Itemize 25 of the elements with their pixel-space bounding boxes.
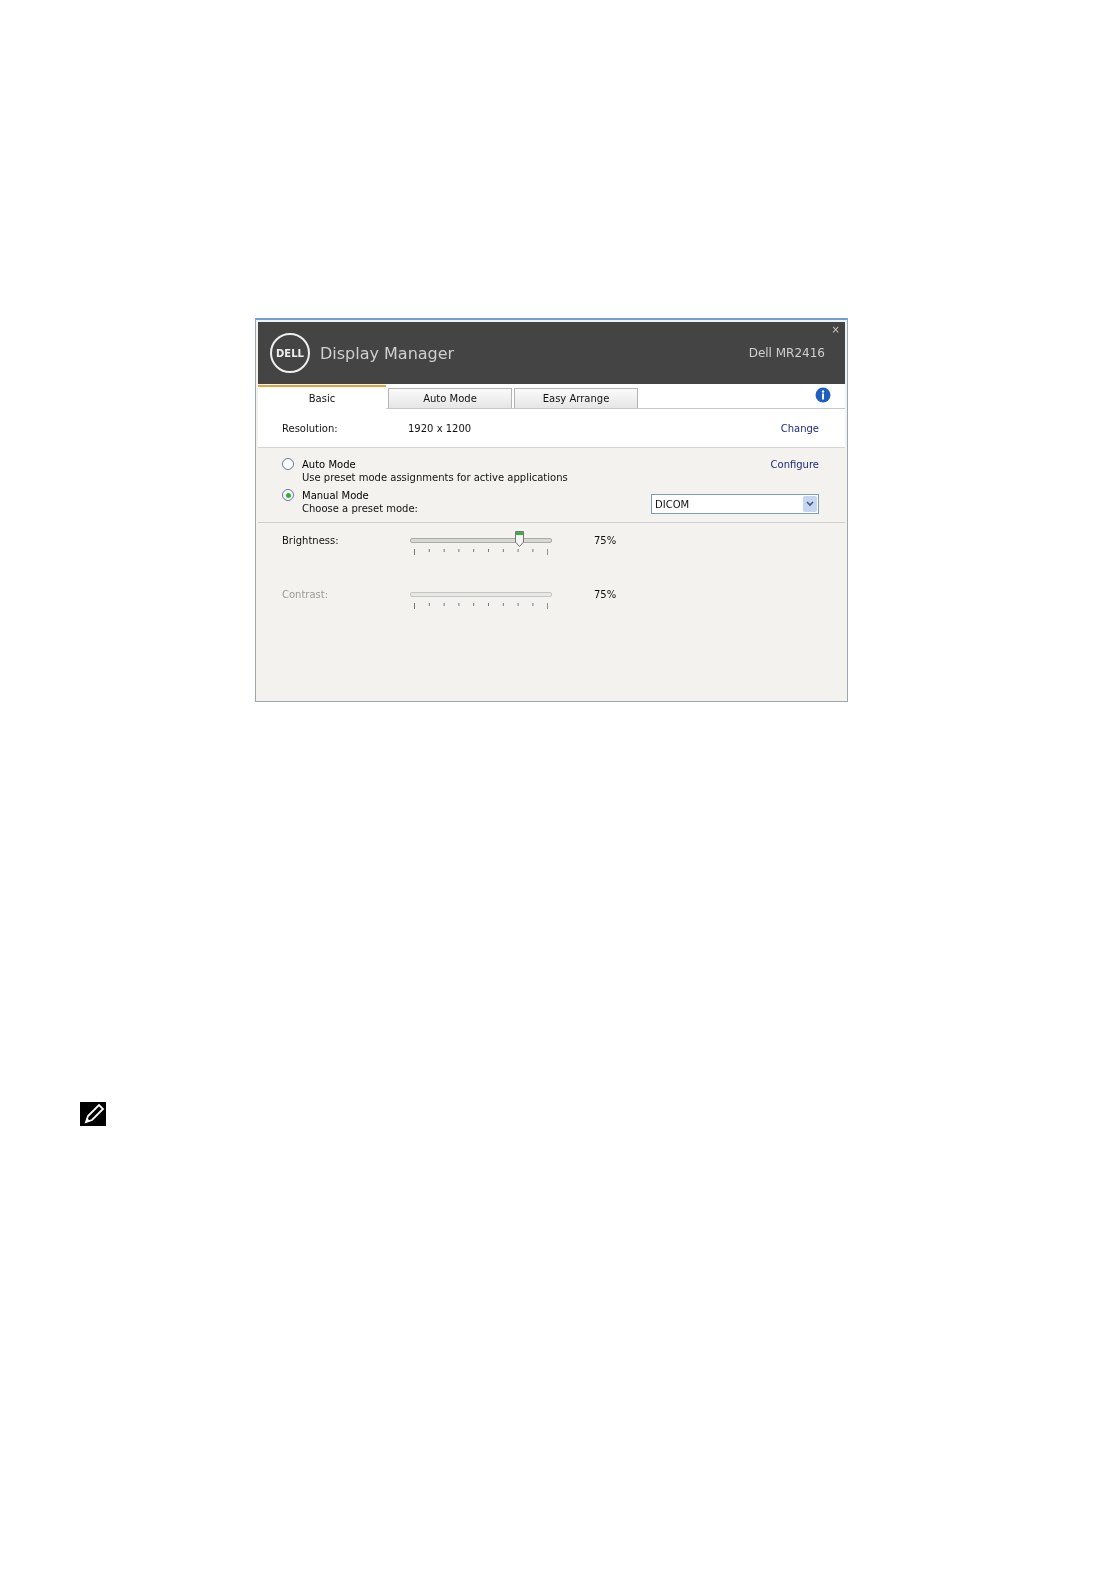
slider-label: Contrast: — [282, 589, 330, 600]
radio-button[interactable] — [282, 458, 294, 470]
tab[interactable]: Easy Arrange — [514, 388, 638, 408]
mode-description: Use preset mode assignments for active applications — [302, 472, 569, 483]
mode-label: Auto Mode — [302, 458, 357, 470]
close-button[interactable]: × — [831, 324, 840, 335]
slider-value: 75% — [594, 535, 617, 546]
mode-description: Choose a preset mode: — [302, 503, 419, 514]
slider-value: 75% — [594, 589, 617, 600]
resolution-value: 1920 x 1200 — [408, 422, 473, 434]
slider-thumb[interactable] — [514, 531, 524, 547]
resolution-label: Resolution: — [282, 422, 339, 434]
radio-button[interactable] — [282, 489, 294, 501]
tab[interactable]: Auto Mode — [388, 388, 512, 408]
info-icon[interactable] — [815, 387, 831, 403]
mode-label: Manual Mode — [302, 489, 370, 501]
change-link[interactable]: Change — [780, 422, 819, 434]
tab[interactable]: Basic — [258, 385, 386, 409]
slider-label: Brightness: — [282, 535, 340, 546]
monitor-name: Dell MR2416 — [748, 346, 825, 360]
window-title: Display Manager — [320, 343, 456, 363]
preset-dropdown[interactable]: DICOM — [651, 494, 819, 514]
slider[interactable] — [408, 531, 554, 555]
logo: DELL — [270, 333, 310, 373]
configure-link[interactable]: Configure — [770, 458, 819, 470]
